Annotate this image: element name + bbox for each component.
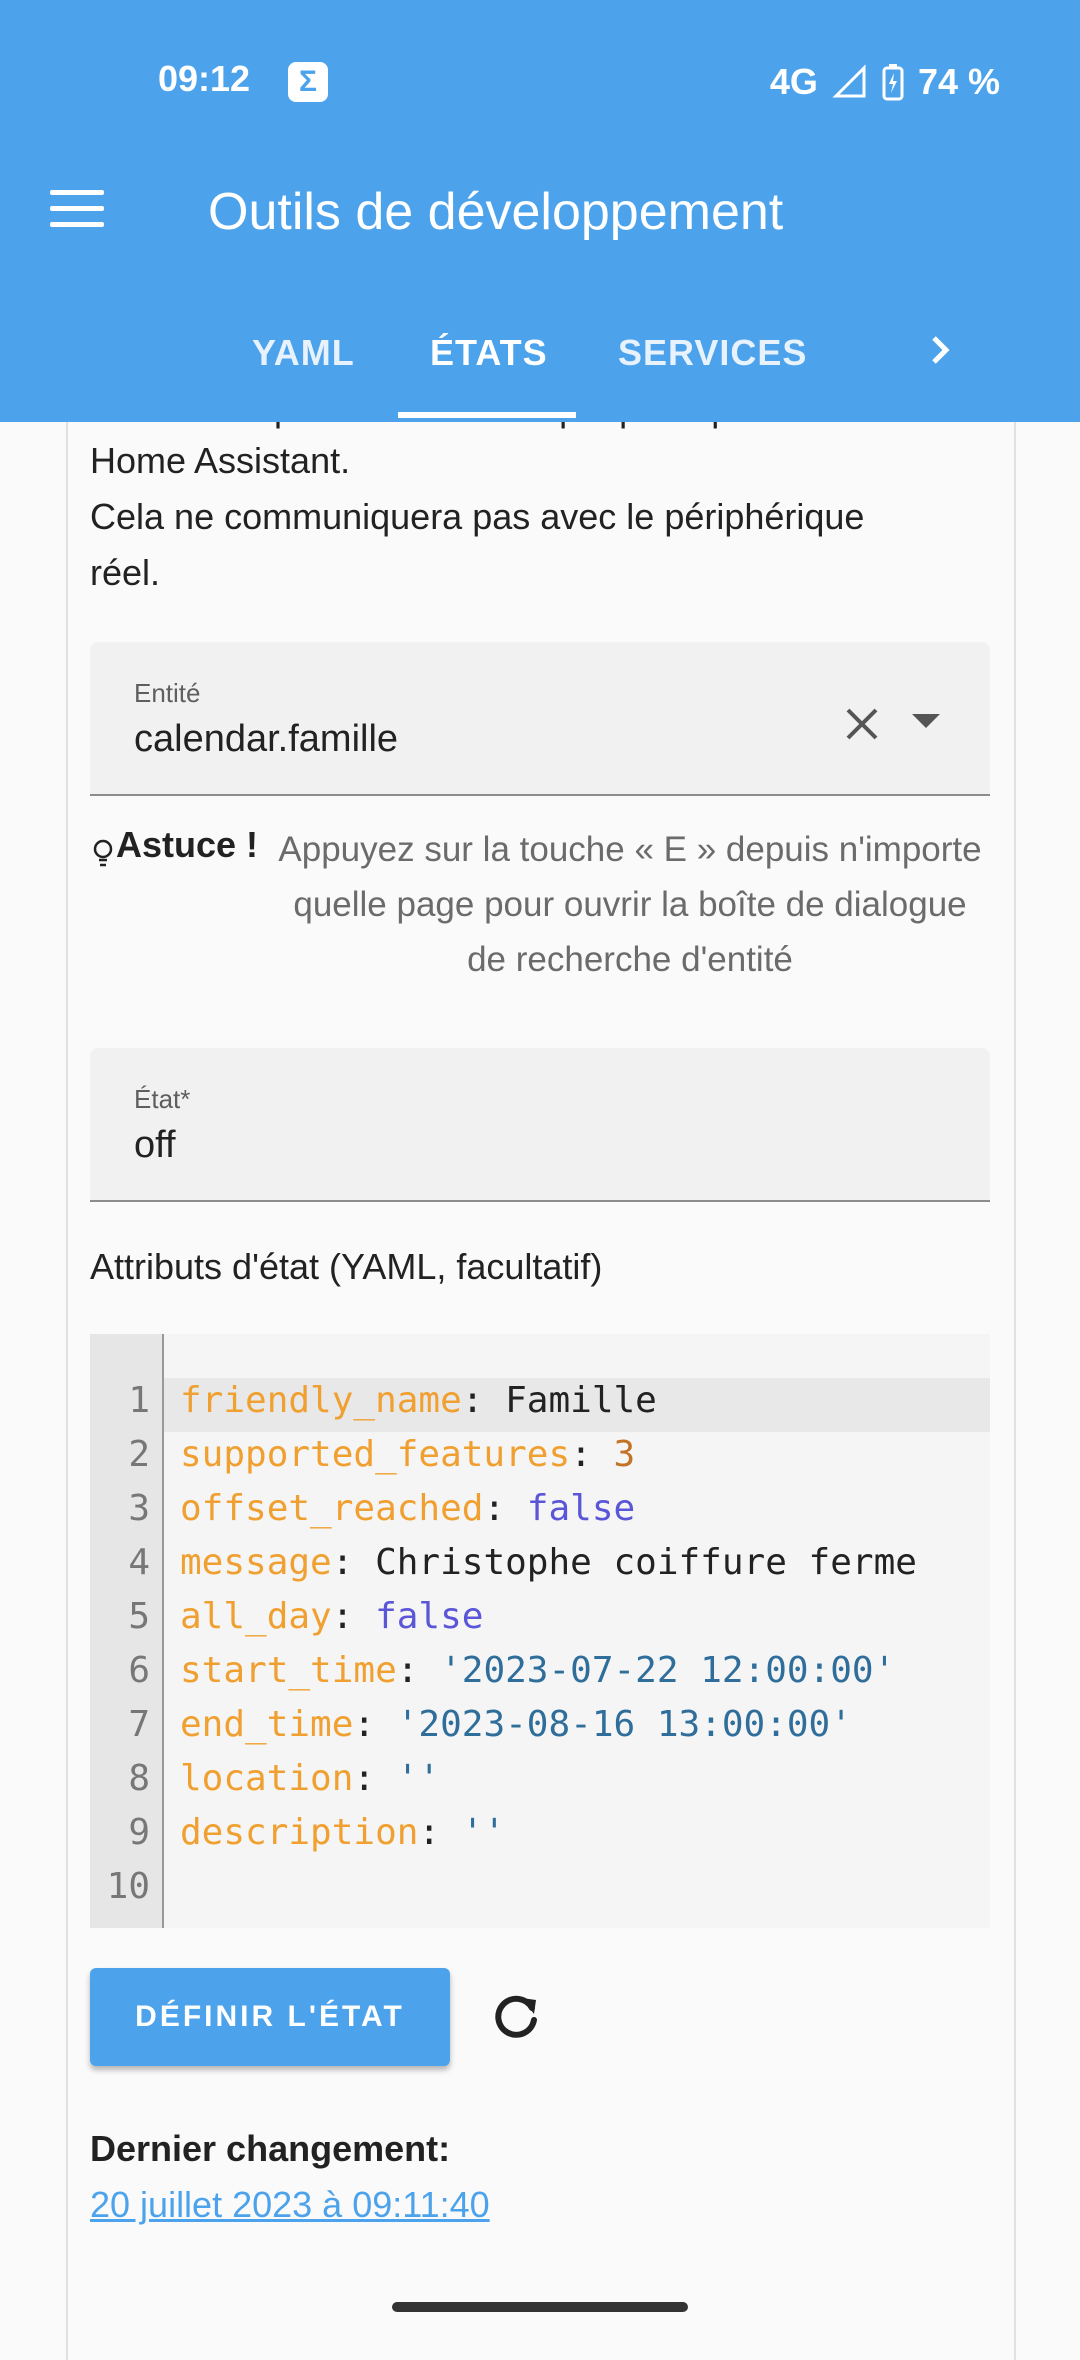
tab-states[interactable]: ÉTATS [430,332,548,374]
dropdown-arrow-icon[interactable] [912,714,940,728]
tab-bar: YAML ÉTATS SERVICES [0,320,1080,422]
yaml-key: friendly_name [180,1380,462,1421]
entity-value[interactable]: calendar.famille [134,718,398,761]
line-number: 8 [128,1758,150,1799]
active-tab-indicator [398,412,576,418]
yaml-value: Famille [505,1380,657,1421]
signal-icon [832,64,866,98]
yaml-line[interactable]: end_time: '2023-08-16 13:00:00' [180,1704,852,1745]
yaml-key: location [180,1758,354,1799]
yaml-key: offset_reached [180,1488,484,1529]
status-indicators: 4G 74 % [770,58,1000,106]
menu-icon[interactable] [50,190,104,230]
refresh-icon[interactable] [488,1990,544,2046]
yaml-value: '' [461,1812,506,1853]
battery-charging-icon [882,64,904,101]
yaml-key: message [180,1542,332,1583]
description-line-1: Home Assistant. [90,440,351,481]
yaml-key: start_time [180,1650,397,1691]
clear-icon[interactable] [842,704,882,744]
line-number-gutter: 1 2 3 4 5 6 7 8 9 10 [90,1334,164,1928]
line-number: 3 [128,1488,150,1529]
network-type: 4G [769,61,818,102]
app-header: 09:12 Σ 4G 74 % Outils de développement … [0,0,1080,422]
yaml-value: Christophe coiffure ferme [375,1542,917,1583]
yaml-key: supported_features [180,1434,571,1475]
yaml-line[interactable]: description: '' [180,1812,505,1853]
yaml-line[interactable]: friendly_name: Famille [180,1380,657,1421]
page-title: Outils de développement [208,183,784,241]
tip-text: Appuyez sur la touche « E » depuis n'imp… [278,830,982,979]
yaml-value: '2023-07-22 12:00:00' [440,1650,896,1691]
line-number: 4 [128,1542,150,1583]
yaml-value: false [375,1596,484,1637]
tab-services[interactable]: SERVICES [618,332,807,374]
set-state-button[interactable]: DÉFINIR L'ÉTAT [90,1968,450,2066]
yaml-value: false [526,1488,636,1529]
state-value[interactable]: off [134,1124,176,1167]
line-number: 10 [106,1866,150,1907]
yaml-value: '' [396,1758,441,1799]
yaml-line[interactable]: location: '' [180,1758,440,1799]
yaml-key: all_day [180,1596,332,1637]
last-change-date-link[interactable]: 20 juillet 2023 à 09:11:40 [90,2184,490,2226]
line-number: 6 [128,1650,150,1691]
notification-sigma-icon: Σ [288,62,328,102]
chevron-right-icon[interactable] [920,330,960,370]
state-label: État* [134,1084,191,1114]
yaml-value: '2023-08-16 13:00:00' [396,1704,852,1745]
line-number: 7 [128,1704,150,1745]
yaml-line[interactable]: offset_reached: false [180,1488,635,1529]
yaml-line[interactable]: message: Christophe coiffure ferme [180,1542,917,1583]
yaml-line[interactable]: all_day: false [180,1596,483,1637]
yaml-key: end_time [180,1704,354,1745]
line-number: 9 [128,1812,150,1853]
line-number: 1 [128,1380,150,1421]
home-indicator[interactable] [392,2302,688,2312]
attributes-title: Attributs d'état (YAML, facultatif) [90,1246,603,1287]
yaml-key: description [180,1812,419,1853]
yaml-line[interactable]: supported_features: 3 [180,1434,635,1475]
description-line-2: Cela ne communiquera pas avec le périphé… [90,496,865,537]
battery-percent: 74 % [917,61,1000,102]
yaml-value: 3 [613,1434,636,1475]
tip-label: Astuce ! [116,824,259,865]
yaml-editor[interactable]: 1 2 3 4 5 6 7 8 9 10 friendly_name: Famille suppor… [90,1334,990,1928]
lightbulb-icon [93,839,113,867]
status-time: 09:12 [158,58,251,99]
entity-picker[interactable]: Entité calendar.famille [90,642,990,796]
tab-yaml[interactable]: YAML [252,332,355,374]
line-number: 5 [128,1596,150,1637]
entity-label: Entité [134,678,201,708]
state-field[interactable]: État* off [90,1048,990,1202]
last-change-label: Dernier changement: [90,2128,451,2169]
description-line-3: réel. [90,552,161,593]
line-number: 2 [128,1434,150,1475]
yaml-line[interactable]: start_time: '2023-07-22 12:00:00' [180,1650,895,1691]
